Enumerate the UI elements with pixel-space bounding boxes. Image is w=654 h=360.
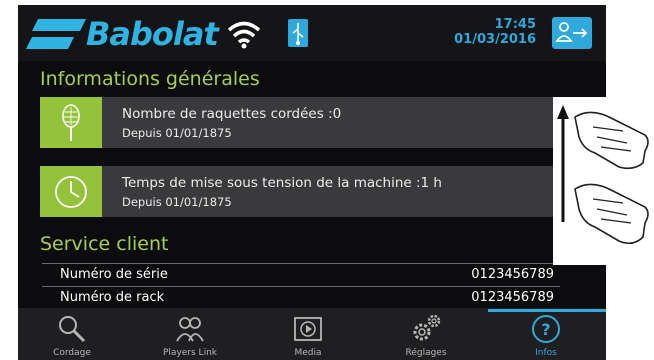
nav-item-players-link[interactable]: Players Link	[140, 308, 240, 360]
clock-icon-tile	[40, 166, 102, 217]
date-value: 01/03/2016	[454, 32, 536, 47]
search-icon	[59, 316, 86, 343]
logout-icon[interactable]	[552, 17, 592, 49]
info-card-rackets: Nombre de raquettes cordées :0 Depuis 01…	[40, 97, 564, 148]
racket-icon-tile	[40, 97, 102, 148]
nav-item-media[interactable]: Media	[258, 308, 358, 360]
settings-gears-icon	[413, 314, 441, 341]
babolat-logo-mark	[26, 19, 86, 49]
nav-label-reglages: Réglages	[405, 348, 447, 358]
service-row-rack: Numéro de rack 0123456789	[42, 286, 560, 308]
svg-text:?: ?	[541, 320, 550, 339]
clock-icon	[55, 176, 87, 208]
nav-label-infos: Infos	[535, 348, 557, 358]
wifi-icon	[227, 21, 261, 49]
brand-logo-text: Babolat	[86, 15, 219, 53]
nav-item-reglages[interactable]: Réglages	[376, 308, 476, 360]
time-value: 17:45	[494, 17, 536, 32]
serial-number-label: Numéro de série	[60, 267, 168, 282]
header-bar: Babolat 17:45 01/03/2016	[18, 5, 606, 61]
section-title-service: Service client	[40, 233, 169, 255]
nav-label-cordage: Cordage	[53, 348, 91, 358]
info-icon: ?	[532, 315, 560, 343]
power-since-date: Depuis 01/01/1875	[122, 195, 232, 209]
serial-number-value: 0123456789	[471, 267, 554, 282]
rack-number-label: Numéro de rack	[60, 290, 165, 305]
rackets-since-date: Depuis 01/01/1875	[122, 126, 232, 140]
clock-readout: 17:45 01/03/2016	[454, 17, 536, 47]
service-row-serial: Numéro de série 0123456789	[42, 263, 560, 285]
nav-label-players-link: Players Link	[163, 348, 217, 358]
players-icon	[176, 317, 204, 342]
power-on-time: Temps de mise sous tension de la machine…	[122, 175, 442, 191]
usb-icon	[288, 19, 308, 47]
two-finger-swipe-up-icon	[553, 97, 654, 265]
nav-item-cordage[interactable]: Cordage	[22, 308, 122, 360]
section-title-informations: Informations générales	[40, 68, 260, 90]
rackets-strung-count: Nombre de raquettes cordées :0	[122, 106, 342, 122]
device-screen: Babolat 17:45 01/03/2016 Informations gé…	[18, 5, 606, 360]
media-play-icon	[294, 317, 322, 341]
rack-number-value: 0123456789	[471, 290, 554, 305]
racket-icon	[62, 104, 80, 141]
nav-item-infos[interactable]: ? Infos	[496, 308, 596, 360]
info-card-power-time: Temps de mise sous tension de la machine…	[40, 166, 564, 217]
nav-label-media: Media	[294, 348, 322, 358]
